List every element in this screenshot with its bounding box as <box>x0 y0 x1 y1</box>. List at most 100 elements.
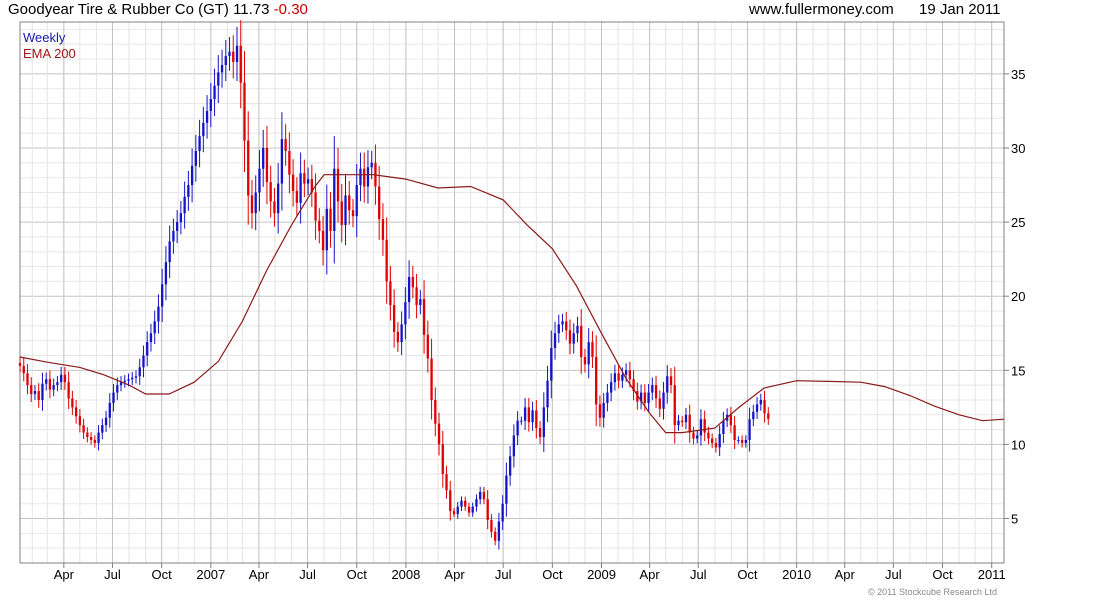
candle-down <box>565 321 568 331</box>
candle-down <box>707 432 710 439</box>
candle-up <box>220 64 224 73</box>
candle-up <box>546 380 549 408</box>
candle-up <box>325 208 328 251</box>
candle-up <box>508 456 512 476</box>
candle-down <box>86 432 89 438</box>
candle-down <box>452 511 456 515</box>
candle-up <box>744 439 748 443</box>
x-tick-label: Oct <box>542 567 563 582</box>
candle-up <box>127 379 130 381</box>
grid-lines <box>20 22 1004 564</box>
candle-up <box>471 506 474 513</box>
candle-down <box>441 444 444 475</box>
candle-down <box>329 208 332 231</box>
candle-down <box>467 506 471 513</box>
candle-up <box>419 299 422 306</box>
candle-up <box>202 122 205 137</box>
candle-down <box>411 276 415 288</box>
candle-down <box>437 423 441 445</box>
candle-up <box>666 376 669 393</box>
candle-down <box>643 392 646 403</box>
candle-down <box>538 428 542 438</box>
candle-up <box>651 385 654 393</box>
candle-down <box>22 365 25 374</box>
candle-up <box>41 383 44 400</box>
candle-down <box>232 51 235 63</box>
candle-down <box>71 398 74 408</box>
candle-down <box>288 150 291 175</box>
candle-up <box>52 385 55 390</box>
candle-up <box>149 333 153 343</box>
candle-up <box>475 499 478 507</box>
candle-down <box>681 420 684 423</box>
candle-up <box>497 521 501 541</box>
candle-down <box>486 499 489 521</box>
candle-up <box>737 439 740 441</box>
candle-down <box>422 299 426 335</box>
candle-up <box>276 183 280 214</box>
candle-up <box>146 342 149 356</box>
candle-down <box>591 342 594 357</box>
y-tick-label: 10 <box>1011 437 1025 452</box>
candle-up <box>45 379 48 384</box>
candle-down <box>314 192 317 221</box>
copyright-notice: © 2011 Stockcube Research Ltd <box>868 587 998 597</box>
candle-up <box>512 435 516 457</box>
candle-up <box>561 321 564 325</box>
x-tick-label: Apr <box>640 567 661 582</box>
candle-down <box>318 220 321 231</box>
candle-down <box>692 432 695 439</box>
candle-down <box>580 325 583 357</box>
candle-up <box>101 425 104 433</box>
candle-down <box>711 438 714 443</box>
candle-up <box>407 276 411 303</box>
candle-up <box>699 419 703 436</box>
candle-down <box>265 147 269 183</box>
candle-down <box>669 376 673 386</box>
candle-up <box>516 420 519 436</box>
x-tick-label: Apr <box>835 567 856 582</box>
ticker-title: Goodyear Tire & Rubber Co (GT) 11.73 <box>8 1 270 18</box>
x-tick-label: Oct <box>152 567 173 582</box>
candle-down <box>688 414 691 433</box>
candle-down <box>348 195 351 211</box>
x-tick-label: Jul <box>885 567 902 582</box>
candle-up <box>179 213 183 223</box>
candle-up <box>662 392 665 409</box>
candle-up <box>557 324 560 334</box>
candle-down <box>63 374 67 383</box>
y-tick-label: 35 <box>1011 67 1025 82</box>
ema-200-line <box>19 174 1005 434</box>
candle-down <box>89 437 93 440</box>
candle-up <box>175 222 179 231</box>
candle-up <box>752 411 755 420</box>
candle-up <box>606 392 609 403</box>
candle-down <box>763 399 766 414</box>
candle-down <box>568 330 572 344</box>
candle-up <box>479 491 482 500</box>
candle-up <box>205 110 209 123</box>
candle-down <box>48 379 52 390</box>
candle-down <box>628 370 632 380</box>
candle-up <box>198 136 201 151</box>
x-tick-label: Oct <box>932 567 953 582</box>
candle-up <box>157 306 160 322</box>
candle-up <box>553 333 557 349</box>
candle-up <box>460 500 463 507</box>
candle-up <box>187 185 190 197</box>
candle-up <box>258 168 261 193</box>
x-tick-label: 2008 <box>391 567 420 582</box>
candle-up <box>755 404 759 412</box>
candle-up <box>359 168 362 186</box>
candle-down <box>527 407 530 423</box>
candle-up <box>194 150 198 166</box>
candle-down <box>78 416 82 426</box>
candle-up <box>131 377 134 380</box>
y-tick-label: 30 <box>1011 141 1025 156</box>
candle-up <box>748 419 751 440</box>
candle-up <box>138 367 141 377</box>
candle-down <box>389 281 392 306</box>
candle-down <box>733 425 736 440</box>
candle-down <box>243 82 246 141</box>
candle-up <box>190 165 194 186</box>
